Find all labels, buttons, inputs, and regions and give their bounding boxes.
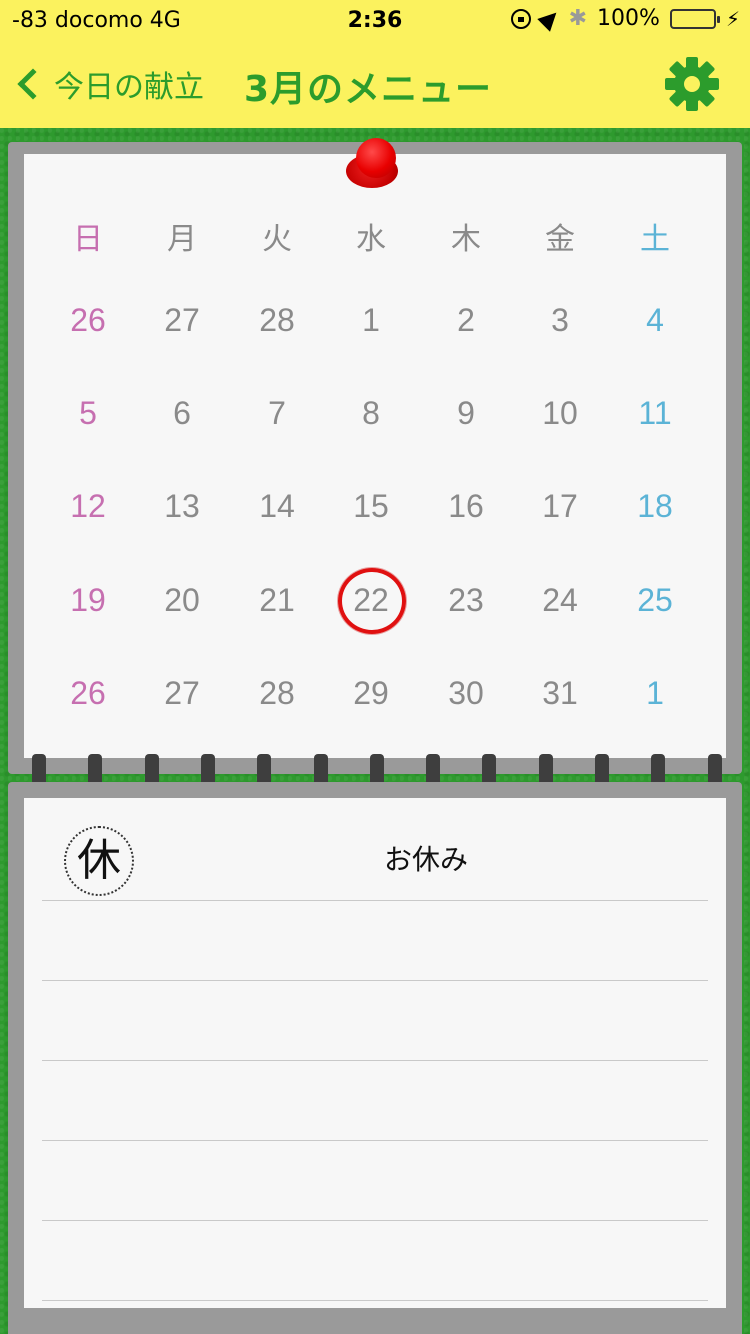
calendar-day[interactable]: 12 (41, 488, 135, 525)
holiday-badge: 休 (64, 826, 134, 896)
weekday-label: 日 (73, 223, 103, 256)
calendar-day[interactable]: 9 (419, 395, 513, 432)
calendar-day[interactable]: 17 (513, 488, 607, 525)
calendar-day[interactable]: 21 (230, 582, 324, 619)
calendar-day[interactable]: 13 (135, 488, 229, 525)
calendar-day[interactable]: 6 (135, 395, 229, 432)
calendar-day[interactable]: 14 (230, 488, 324, 525)
calendar-day[interactable]: 4 (608, 302, 702, 339)
weekday-label: 金 (545, 223, 575, 256)
ruled-line (42, 1300, 708, 1301)
battery-icon (669, 8, 720, 29)
calendar-day[interactable]: 5 (41, 395, 135, 432)
back-label: 今日の献立 (54, 70, 204, 105)
calendar-day[interactable]: 26 (41, 302, 135, 339)
calendar-day[interactable]: 19 (41, 582, 135, 619)
calendar-day[interactable]: 2 (419, 302, 513, 339)
calendar-day[interactable]: 26 (41, 675, 135, 712)
bluetooth-icon: ✱ (568, 6, 588, 31)
calendar-day[interactable]: 10 (513, 395, 607, 432)
weekday-label: 木 (451, 223, 481, 256)
chevron-left-icon (17, 68, 49, 100)
calendar-day[interactable]: 27 (135, 302, 229, 339)
today-circle-marker (338, 568, 406, 634)
calendar-day[interactable]: 1 (608, 675, 702, 712)
ruled-line (42, 1220, 708, 1221)
ruled-line (42, 1140, 708, 1141)
top-bar: -83 docomo 4G 2:36 ✱ 100% ⚡ 今日の献立 3月のメニュ… (0, 0, 750, 128)
status-icons: ✱ 100% ⚡ (510, 5, 740, 32)
calendar-day[interactable]: 31 (513, 675, 607, 712)
calendar-day[interactable]: 28 (230, 675, 324, 712)
calendar-day[interactable]: 24 (513, 582, 607, 619)
battery-percent: 100% (597, 6, 660, 31)
weekday-label: 水 (356, 223, 386, 256)
status-bar: -83 docomo 4G 2:36 ✱ 100% ⚡ (0, 0, 750, 40)
charging-icon: ⚡ (725, 6, 740, 31)
calendar-day[interactable]: 15 (324, 488, 418, 525)
calendar-day[interactable]: 23 (419, 582, 513, 619)
ruled-line (42, 900, 708, 901)
weekday-label: 火 (262, 223, 292, 256)
calendar-day[interactable]: 16 (419, 488, 513, 525)
gear-icon[interactable] (664, 56, 720, 112)
calendar-day[interactable]: 25 (608, 582, 702, 619)
calendar-day[interactable]: 18 (608, 488, 702, 525)
calendar-day[interactable]: 28 (230, 302, 324, 339)
weekday-label: 月 (167, 223, 197, 256)
calendar-day[interactable]: 27 (135, 675, 229, 712)
navigation-bar: 今日の献立 3月のメニュー (0, 44, 750, 124)
ruled-line (42, 980, 708, 981)
weekday-label: 土 (640, 223, 670, 256)
calendar-day[interactable]: 29 (324, 675, 418, 712)
menu-item-label: お休み (384, 843, 469, 876)
calendar-day[interactable]: 1 (324, 302, 418, 339)
calendar-day[interactable]: 3 (513, 302, 607, 339)
orientation-lock-icon (510, 8, 531, 29)
ruled-line (42, 1060, 708, 1061)
calendar-day[interactable]: 20 (135, 582, 229, 619)
back-button[interactable]: 今日の献立 (12, 60, 204, 108)
page-title: 3月のメニュー (244, 69, 493, 110)
calendar-day[interactable]: 8 (324, 395, 418, 432)
pushpin-icon (344, 136, 404, 196)
calendar-day[interactable]: 30 (419, 675, 513, 712)
calendar-day[interactable]: 11 (608, 395, 702, 432)
calendar-day[interactable]: 7 (230, 395, 324, 432)
location-icon (536, 5, 563, 32)
